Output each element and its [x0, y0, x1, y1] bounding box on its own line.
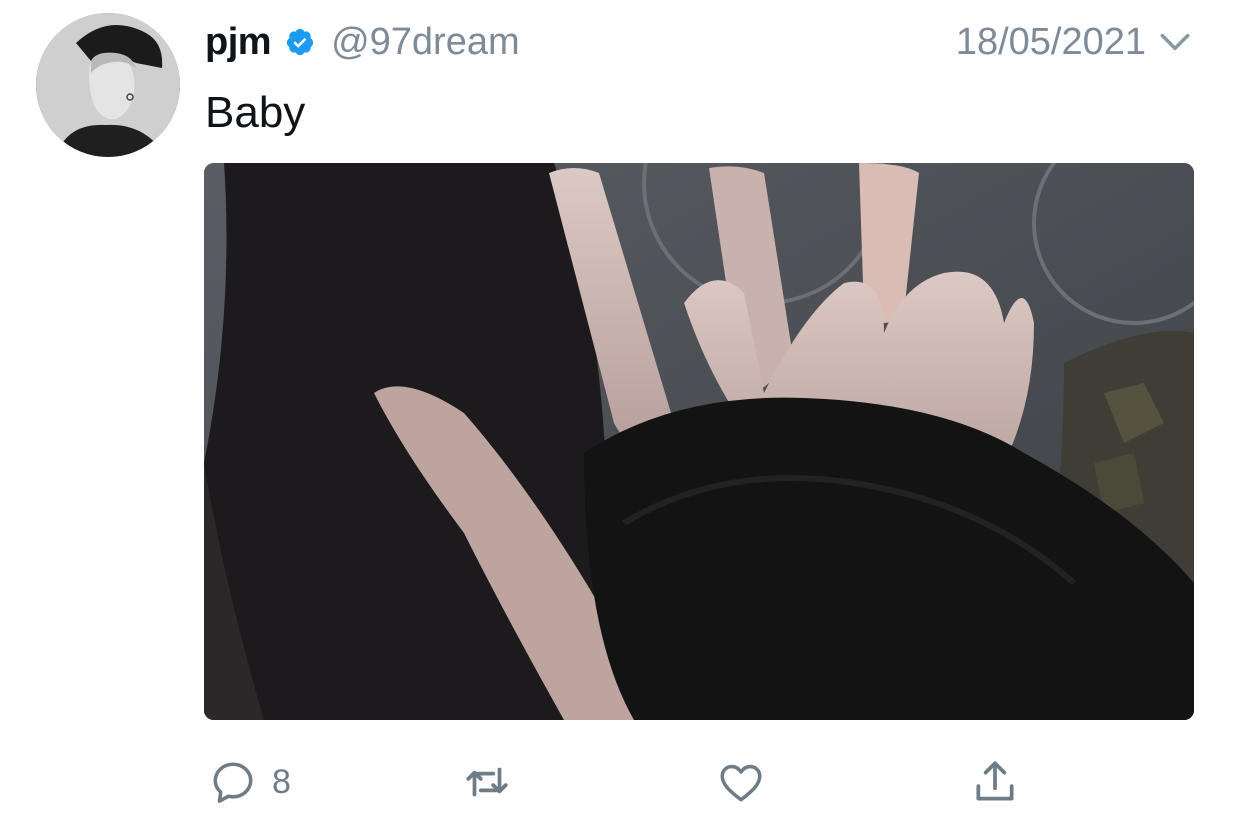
photo-image: [204, 163, 1194, 720]
avatar-photo: [36, 13, 180, 157]
tweet-media-photo[interactable]: [204, 163, 1194, 720]
reply-icon: [208, 757, 258, 807]
display-name[interactable]: pjm: [205, 21, 272, 64]
chevron-down-icon[interactable]: [1156, 23, 1194, 61]
reply-count: 8: [272, 762, 291, 801]
retweet-button[interactable]: [462, 752, 526, 812]
tweet-meta: 18/05/2021: [956, 18, 1194, 66]
tweet-header: pjm @97dream: [205, 18, 520, 66]
tweet: pjm @97dream 18/05/2021 Baby 8: [0, 0, 1242, 826]
share-button[interactable]: [970, 752, 1020, 812]
verified-badge-icon: [285, 27, 315, 57]
tweet-actions: 8: [0, 752, 1242, 812]
retweet-icon: [462, 757, 512, 807]
tweet-date[interactable]: 18/05/2021: [956, 21, 1146, 64]
tweet-text: Baby: [205, 88, 306, 137]
share-icon: [970, 757, 1020, 807]
like-button[interactable]: [716, 752, 780, 812]
handle[interactable]: @97dream: [331, 21, 520, 64]
heart-icon: [716, 757, 766, 807]
reply-button[interactable]: 8: [208, 752, 291, 812]
avatar[interactable]: [36, 13, 180, 157]
